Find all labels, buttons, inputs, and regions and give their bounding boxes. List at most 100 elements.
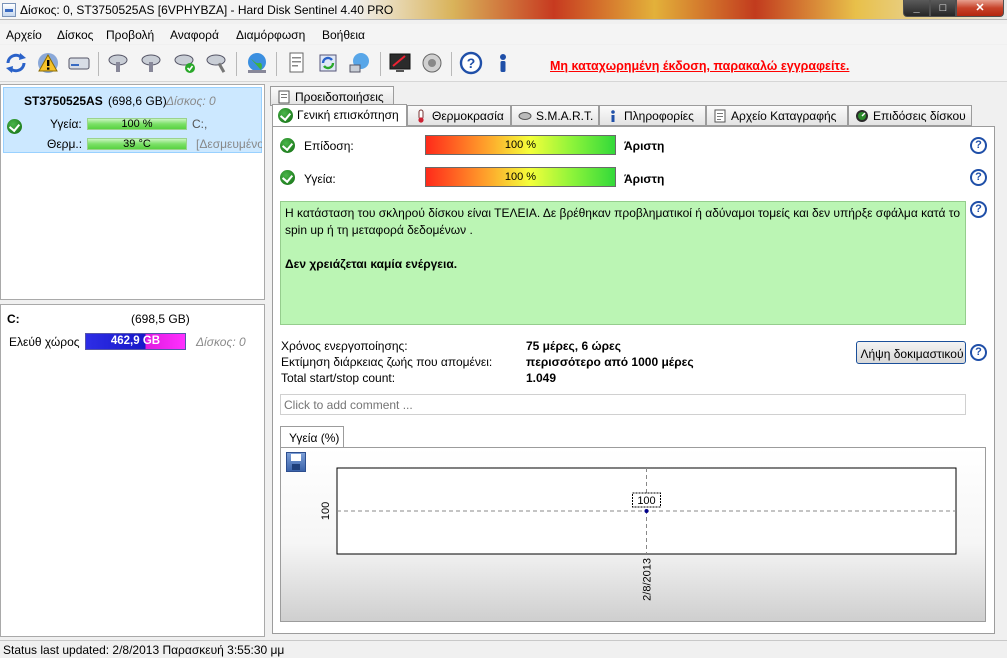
- menu-bar: Αρχείο Δίσκος Προβολή Αναφορά Διαμόρφωση…: [0, 24, 1007, 44]
- health-bar: 100 %: [87, 118, 187, 130]
- smart-disk-icon: [518, 112, 532, 120]
- data-label: 100: [637, 495, 655, 507]
- drive-icon[interactable]: [66, 50, 92, 76]
- menu-disk[interactable]: Δίσκος: [57, 28, 93, 42]
- maximize-button[interactable]: □: [930, 0, 956, 17]
- free-space-label: Ελεύθ χώρος: [9, 335, 80, 349]
- disk-size: (698,6 GB): [108, 94, 167, 108]
- tab-overview[interactable]: Γενική επισκόπηση: [272, 104, 407, 127]
- status-bar: Status last updated: 2/8/2013 Παρασκευή …: [0, 640, 1007, 658]
- network-icon[interactable]: [347, 50, 373, 76]
- status-text: Η κατάσταση του σκληρού δίσκου είναι ΤΕΛ…: [285, 206, 960, 237]
- toolbar-separator: [236, 52, 237, 76]
- toolbar-separator: [98, 52, 99, 76]
- menu-view[interactable]: Προβολή: [106, 28, 154, 42]
- register-link[interactable]: Μη καταχωρημένη έκδοση, παρακαλώ εγγραφε…: [550, 59, 849, 73]
- health-ok-icon: [280, 170, 295, 185]
- disk-check-icon[interactable]: [139, 50, 165, 76]
- health-chart: 100 2/8/2013 100: [320, 467, 957, 601]
- performance-help-icon[interactable]: ?: [970, 137, 987, 154]
- tab-information[interactable]: Πληροφορίες: [599, 105, 706, 126]
- startstop-value: 1.049: [526, 371, 557, 385]
- menu-config[interactable]: Διαμόρφωση: [236, 28, 305, 42]
- disk-repair-icon[interactable]: [204, 50, 230, 76]
- data-point: [644, 509, 649, 513]
- action-text: Δεν χρειάζεται καμία ενέργεια.: [285, 257, 458, 271]
- health-meter: 100 %: [425, 167, 616, 187]
- tab-log[interactable]: Αρχείο Καταγραφής: [706, 105, 848, 126]
- tab-alerts[interactable]: Προειδοποιήσεις: [270, 86, 394, 106]
- info-icon[interactable]: [490, 50, 516, 76]
- run-test-button[interactable]: Λήψη δοκιμαστικού: [856, 341, 966, 364]
- volume-entry[interactable]: C: (698,5 GB) Ελεύθ χώρος 462,9 GB Δίσκο…: [3, 307, 262, 350]
- svg-text:?: ?: [467, 55, 476, 71]
- health-help-icon[interactable]: ?: [970, 169, 987, 186]
- performance-meter-value: 100 %: [504, 139, 537, 151]
- overview-health-label: Υγεία:: [304, 172, 336, 186]
- health-rating: Άριστη: [624, 172, 665, 186]
- tab-label: Αρχείο Καταγραφής: [731, 109, 837, 123]
- tab-label: Επιδόσεις δίσκου: [873, 109, 966, 123]
- tab-label: Θερμοκρασία: [432, 109, 504, 123]
- speedometer-icon: [856, 110, 868, 122]
- x-tick-label: 2/8/2013: [642, 558, 654, 601]
- temp-bar: 39 °C: [87, 138, 187, 150]
- sound-icon[interactable]: [419, 50, 445, 76]
- toolbar-separator: [380, 52, 381, 76]
- power-on-value: 75 μέρες, 6 ώρες: [526, 339, 621, 353]
- disk-name: ST3750525AS: [24, 94, 103, 108]
- tab-temperature[interactable]: Θερμοκρασία: [407, 105, 511, 126]
- tab-label: Προειδοποιήσεις: [295, 90, 384, 104]
- reserved-label: [Δεσμευμένο: [196, 137, 262, 151]
- tab-label: Πληροφορίες: [624, 109, 694, 123]
- free-space-bar: 462,9 GB: [85, 333, 186, 350]
- health-label: Υγεία:: [50, 117, 82, 131]
- disk-index: Δίσκος: 0: [166, 94, 216, 108]
- log-document-icon: [714, 109, 726, 123]
- toolbar-separator: [451, 52, 452, 76]
- info-icon: [611, 110, 615, 122]
- globe-icon[interactable]: [244, 50, 270, 76]
- performance-meter: 100 %: [425, 135, 616, 155]
- disk-list-panel: ST3750525AS (698,6 GB) Δίσκος: 0 Υγεία: …: [0, 84, 265, 300]
- volume-list-panel: C: (698,5 GB) Ελεύθ χώρος 462,9 GB Δίσκο…: [0, 304, 265, 637]
- disk-ok-icon[interactable]: [172, 50, 198, 76]
- tab-label: Γενική επισκόπηση: [297, 108, 399, 122]
- temp-label: Θερμ.:: [47, 137, 83, 151]
- comment-input[interactable]: [280, 394, 966, 415]
- test-help-icon[interactable]: ?: [970, 344, 987, 361]
- report-icon[interactable]: [283, 50, 309, 76]
- tab-performance[interactable]: Επιδόσεις δίσκου: [848, 105, 972, 126]
- window-title: Δίσκος: 0, ST3750525AS [6VPHYBZA] - Hard…: [20, 3, 394, 17]
- close-button[interactable]: ✕: [956, 0, 1004, 17]
- menu-file[interactable]: Αρχείο: [6, 28, 42, 42]
- status-help-icon[interactable]: ?: [970, 201, 987, 218]
- toolbar: ? Μη καταχωρημένη έκδοση, παρακαλώ εγγρα…: [0, 45, 1007, 82]
- disk-test-icon[interactable]: [106, 50, 132, 76]
- sync-icon[interactable]: [315, 50, 341, 76]
- menu-help[interactable]: Βοήθεια: [322, 28, 365, 42]
- monitor-icon[interactable]: [387, 50, 413, 76]
- volume-letter: C:: [7, 312, 20, 326]
- app-icon: [2, 3, 16, 17]
- free-space-value: 462,9 GB: [110, 335, 161, 347]
- menu-report[interactable]: Αναφορά: [170, 28, 219, 42]
- refresh-icon[interactable]: [3, 50, 29, 76]
- help-icon[interactable]: ?: [458, 50, 484, 76]
- toolbar-separator: [276, 52, 277, 76]
- drive-letter: C:,: [192, 117, 208, 131]
- disk-entry[interactable]: ST3750525AS (698,6 GB) Δίσκος: 0 Υγεία: …: [3, 87, 262, 153]
- minimize-button[interactable]: _: [903, 0, 930, 17]
- temp-bar-value: 39 °C: [123, 138, 151, 150]
- health-bar-value: 100 %: [121, 118, 153, 130]
- y-tick-label: 100: [320, 502, 332, 520]
- lifetime-value: περισσότερο από 1000 μέρες: [526, 355, 694, 369]
- warning-icon[interactable]: [35, 50, 61, 76]
- startstop-label: Total start/stop count:: [281, 371, 396, 385]
- chart-tab-health[interactable]: Υγεία (%): [280, 426, 344, 448]
- title-bar: Δίσκος: 0, ST3750525AS [6VPHYBZA] - Hard…: [0, 0, 1007, 20]
- tab-smart[interactable]: S.M.A.R.T.: [511, 105, 599, 126]
- status-ok-icon: [278, 108, 293, 123]
- volume-disk-index: Δίσκος: 0: [196, 335, 246, 349]
- performance-label: Επίδοση:: [304, 139, 354, 153]
